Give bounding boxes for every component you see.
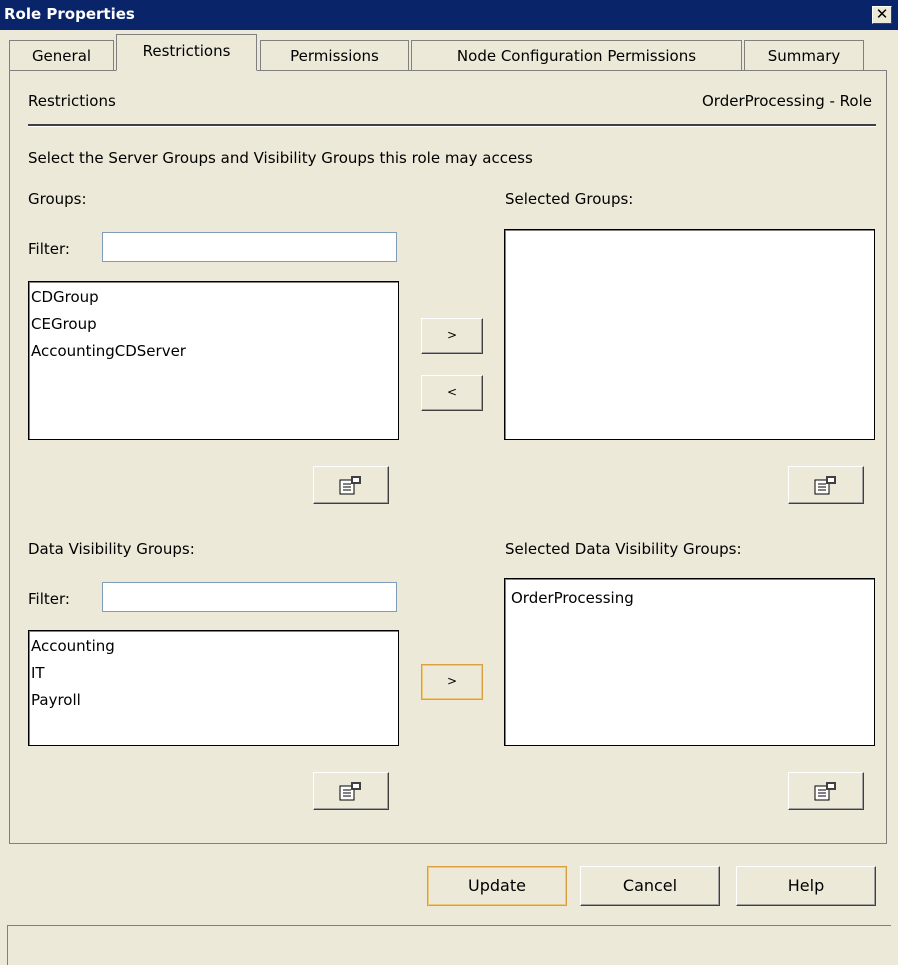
groups-filter-input[interactable] [102, 232, 397, 262]
groups-list[interactable]: CDGroup CEGroup AccountingCDServer [28, 281, 399, 440]
add-group-button[interactable]: > [421, 318, 483, 354]
list-item[interactable]: AccountingCDServer [31, 342, 186, 360]
selected-visibility-groups-properties-button[interactable] [788, 772, 864, 810]
cancel-button[interactable]: Cancel [580, 866, 720, 906]
properties-icon [339, 476, 361, 495]
selected-groups-list[interactable] [504, 229, 875, 440]
help-button[interactable]: Help [736, 866, 876, 906]
list-item[interactable]: CDGroup [31, 288, 99, 306]
selected-visibility-groups-label: Selected Data Visibility Groups: [505, 540, 742, 558]
properties-icon [814, 782, 836, 801]
visibility-groups-label: Data Visibility Groups: [28, 540, 195, 558]
properties-icon [339, 782, 361, 801]
list-item[interactable]: OrderProcessing [511, 589, 634, 607]
role-name: OrderProcessing - Role [702, 92, 872, 110]
update-button[interactable]: Update [427, 866, 567, 906]
selected-groups-properties-button[interactable] [788, 466, 864, 504]
header-divider [28, 124, 876, 127]
close-button[interactable]: ✕ [872, 6, 892, 24]
instructions-text: Select the Server Groups and Visibility … [28, 149, 533, 167]
selected-visibility-groups-list[interactable]: OrderProcessing [504, 578, 875, 746]
tab-restrictions[interactable]: Restrictions [116, 34, 257, 71]
visibility-filter-label: Filter: [28, 590, 70, 608]
tab-general[interactable]: General [9, 40, 114, 70]
section-title: Restrictions [28, 92, 116, 110]
visibility-filter-input[interactable] [102, 582, 397, 612]
selected-groups-label: Selected Groups: [505, 190, 634, 208]
properties-icon [814, 476, 836, 495]
window-title: Role Properties [4, 5, 135, 23]
groups-label: Groups: [28, 190, 87, 208]
list-item[interactable]: IT [31, 664, 45, 682]
visibility-groups-list[interactable]: Accounting IT Payroll [28, 630, 399, 746]
groups-properties-button[interactable] [313, 466, 389, 504]
tab-permissions[interactable]: Permissions [260, 40, 409, 70]
list-item[interactable]: CEGroup [31, 315, 97, 333]
visibility-groups-properties-button[interactable] [313, 772, 389, 810]
status-bar [7, 925, 891, 965]
add-visibility-group-button[interactable]: > [421, 664, 483, 700]
tab-node-configuration-permissions[interactable]: Node Configuration Permissions [411, 40, 742, 70]
tab-summary[interactable]: Summary [744, 40, 864, 70]
list-item[interactable]: Accounting [31, 637, 115, 655]
remove-group-button[interactable]: < [421, 375, 483, 411]
list-item[interactable]: Payroll [31, 691, 81, 709]
groups-filter-label: Filter: [28, 240, 70, 258]
